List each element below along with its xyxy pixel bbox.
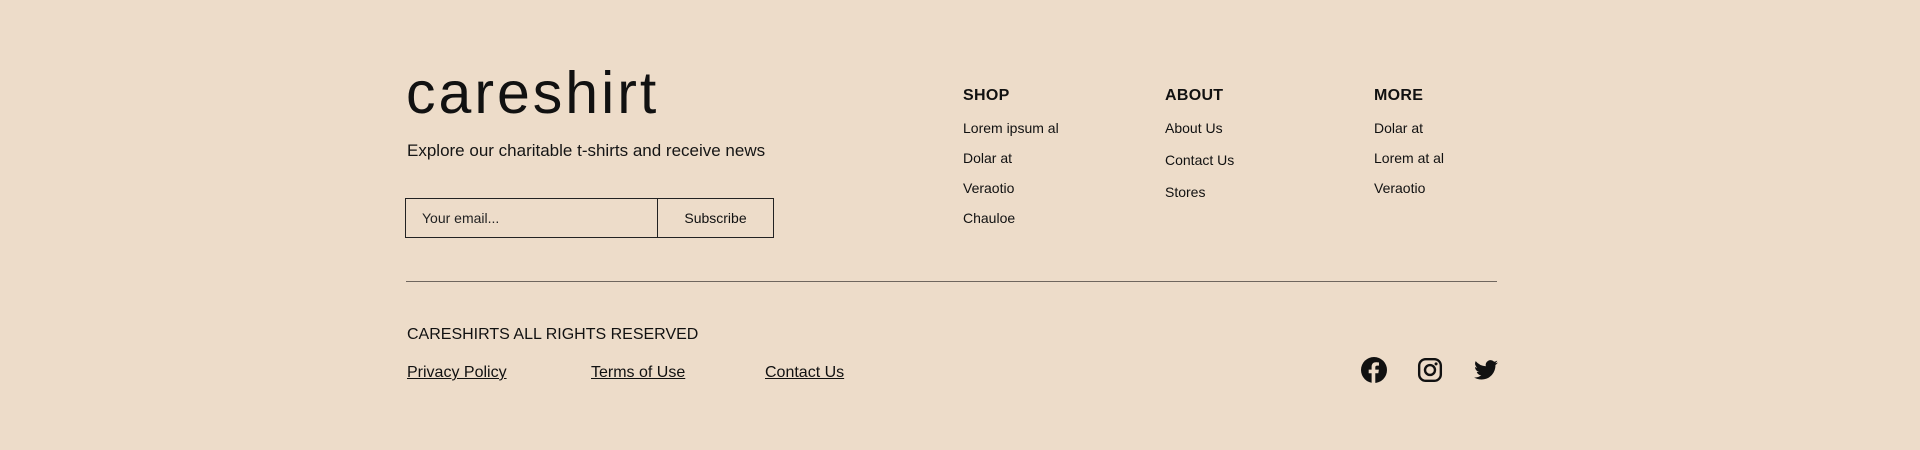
email-input[interactable] <box>406 199 658 237</box>
privacy-policy-link[interactable]: Privacy Policy <box>407 363 507 383</box>
copyright-text: CARESHIRTS ALL RIGHTS RESERVED <box>407 326 699 343</box>
site-footer: careshirt Explore our charitable t-shirt… <box>0 0 1920 450</box>
column-heading-about: ABOUT <box>1165 87 1224 104</box>
footer-link[interactable]: Dolar at <box>963 148 1059 168</box>
footer-column-more: MORE Dolar at Lorem at al Veraotio <box>1374 86 1444 208</box>
subscribe-form: Subscribe <box>405 198 774 238</box>
terms-of-use-link[interactable]: Terms of Use <box>591 363 685 383</box>
footer-link[interactable]: Lorem ipsum al <box>963 118 1059 138</box>
column-heading-more: MORE <box>1374 87 1424 104</box>
footer-link[interactable]: Dolar at <box>1374 118 1444 138</box>
column-heading-shop: SHOP <box>963 87 1010 104</box>
instagram-icon[interactable] <box>1417 357 1443 383</box>
footer-link-contact-us[interactable]: Contact Us <box>1165 150 1234 170</box>
footer-link-about-us[interactable]: About Us <box>1165 118 1234 138</box>
subscribe-button[interactable]: Subscribe <box>658 199 773 237</box>
brand-logo[interactable]: careshirt <box>406 58 659 128</box>
footer-link[interactable]: Veraotio <box>963 178 1059 198</box>
twitter-icon[interactable] <box>1473 357 1499 383</box>
tagline: Explore our charitable t-shirts and rece… <box>407 141 766 160</box>
facebook-icon[interactable] <box>1361 357 1387 383</box>
footer-link[interactable]: Lorem at al <box>1374 148 1444 168</box>
footer-column-shop: SHOP Lorem ipsum al Dolar at Veraotio Ch… <box>963 86 1059 238</box>
footer-link[interactable]: Veraotio <box>1374 178 1444 198</box>
footer-link[interactable]: Chauloe <box>963 208 1059 228</box>
footer-divider <box>406 281 1497 282</box>
contact-us-link[interactable]: Contact Us <box>765 363 844 383</box>
footer-link-stores[interactable]: Stores <box>1165 182 1234 202</box>
footer-column-about: ABOUT About Us Contact Us Stores <box>1165 86 1234 214</box>
